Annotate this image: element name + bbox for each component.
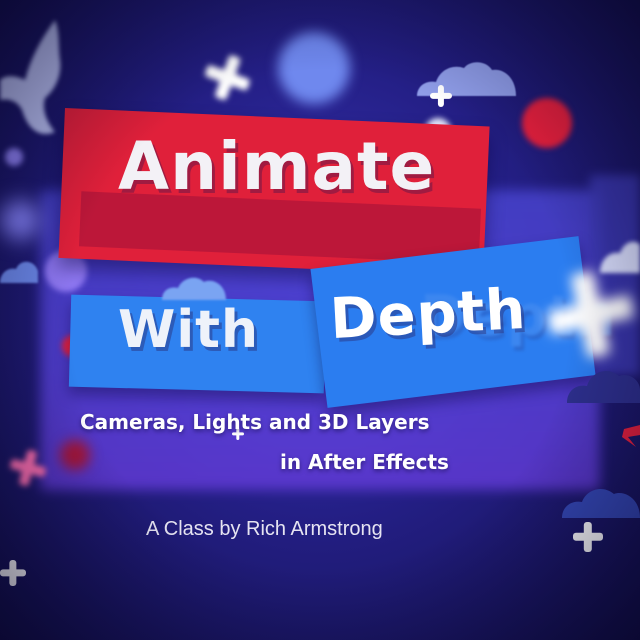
plus-icon — [430, 85, 452, 107]
dot-icon — [278, 32, 350, 104]
dot-icon — [522, 98, 572, 148]
dot-icon — [5, 148, 23, 166]
cloud-icon — [600, 241, 640, 273]
cloud-icon — [567, 371, 640, 403]
dot-icon — [60, 440, 90, 470]
plus-icon — [573, 522, 603, 552]
subtitle-line1: Cameras, Lights and 3D Layers — [80, 410, 430, 434]
plus-icon — [540, 264, 640, 365]
shape-icon — [622, 425, 640, 447]
cloud-icon — [562, 488, 640, 518]
plus-icon — [199, 49, 257, 107]
subtitle-line2: in After Effects — [280, 450, 449, 474]
title-with: With — [118, 300, 260, 360]
cloud-icon — [162, 277, 226, 300]
title-depth: Depth — [328, 276, 528, 353]
cloud-icon — [0, 261, 38, 283]
byline: A Class by Rich Armstrong — [146, 518, 383, 540]
dot-icon — [0, 200, 40, 240]
title-animate: Animate — [118, 128, 436, 205]
plus-icon — [0, 560, 26, 586]
cloud-icon — [417, 62, 516, 96]
thumbnail-scene: Animate With Depth Depth Cameras, Lights… — [0, 0, 640, 640]
